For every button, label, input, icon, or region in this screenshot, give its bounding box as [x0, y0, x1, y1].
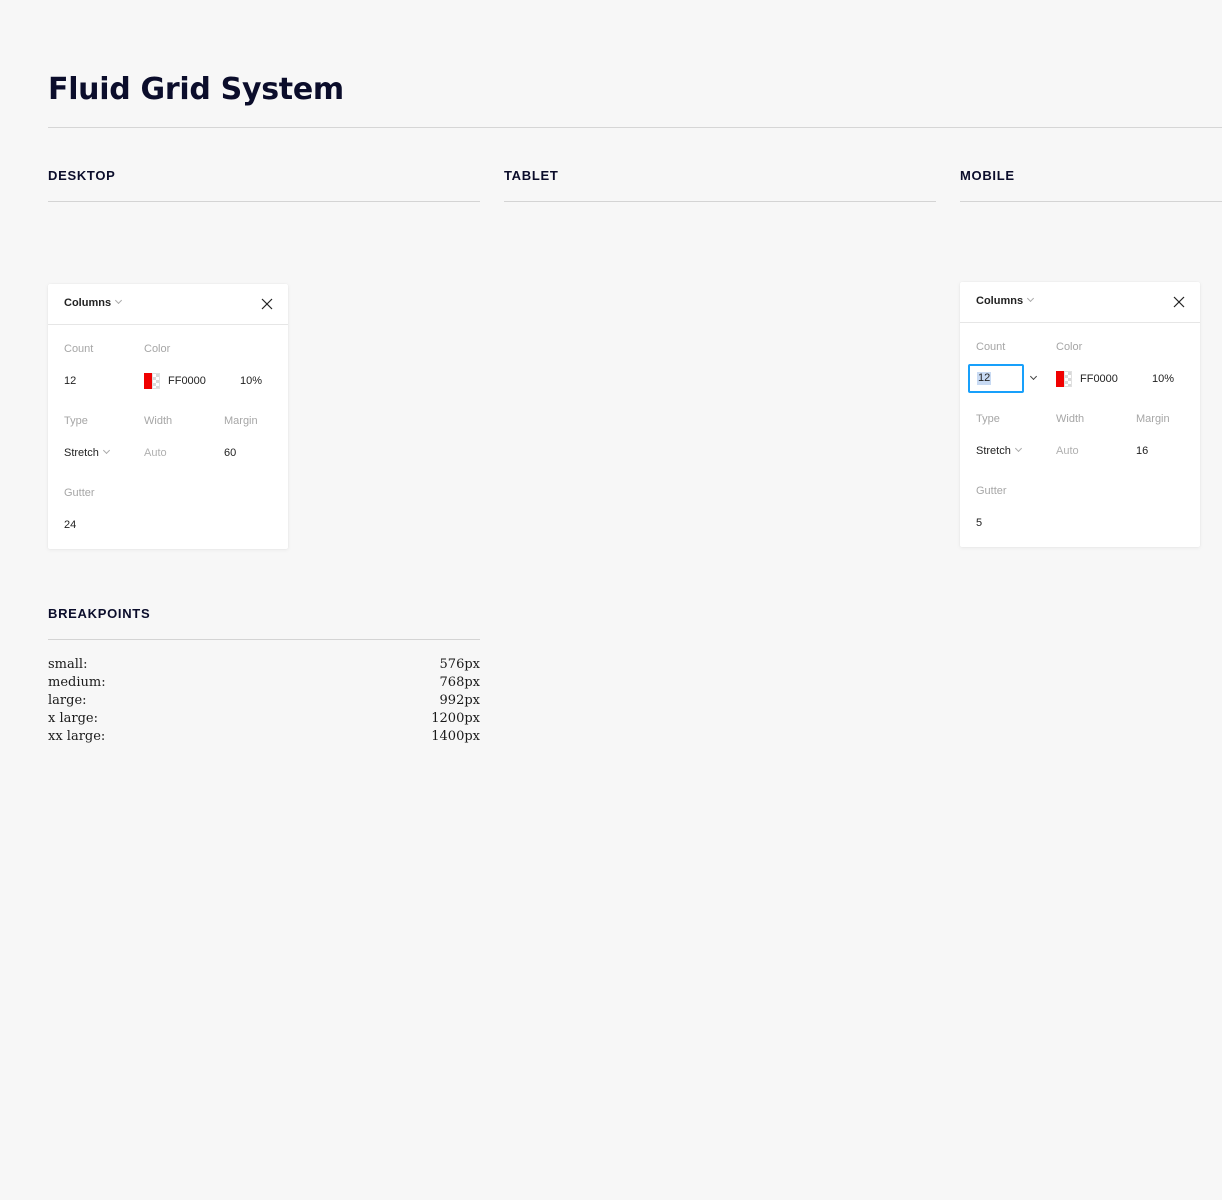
chevron-down-icon [1027, 294, 1035, 303]
count-field[interactable]: 12 [64, 375, 76, 387]
color-label: Color [144, 343, 171, 355]
breakpoint-name: large: [48, 693, 87, 708]
gutter-field[interactable]: 5 [976, 517, 982, 529]
breakpoint-row: medium: 768px [48, 674, 480, 692]
type-value: Stretch [976, 445, 1011, 457]
section-header-desktop: DESKTOP [48, 168, 480, 202]
width-field[interactable]: Auto [1056, 445, 1079, 457]
breakpoint-value: 768px [439, 675, 480, 690]
width-label: Width [1056, 413, 1085, 425]
layout-type-label: Columns [64, 297, 112, 309]
desktop-columns-panel: Columns Count Color 12 FF0000 10% Type W… [48, 284, 288, 549]
breakpoint-name: small: [48, 657, 88, 672]
breakpoint-value: 576px [439, 657, 480, 672]
page-title: Fluid Grid System [48, 72, 344, 107]
layout-type-label: Columns [976, 295, 1024, 307]
breakpoint-row: small: 576px [48, 656, 480, 674]
chevron-down-icon [1014, 444, 1022, 453]
breakpoint-value: 1200px [431, 711, 480, 726]
chevron-down-icon [115, 296, 123, 305]
swatch-transparency [152, 373, 160, 389]
color-label: Color [1056, 341, 1083, 353]
close-icon[interactable] [1172, 295, 1186, 309]
margin-field[interactable]: 60 [224, 447, 236, 459]
title-divider [48, 127, 1222, 128]
count-label: Count [976, 341, 1006, 353]
swatch-color [1056, 371, 1064, 387]
width-field[interactable]: Auto [144, 447, 167, 459]
section-header-breakpoints: BREAKPOINTS [48, 606, 480, 640]
color-swatch[interactable] [144, 373, 160, 389]
breakpoint-row: x large: 1200px [48, 710, 480, 728]
layout-type-dropdown[interactable]: Columns [64, 296, 123, 309]
swatch-color [144, 373, 152, 389]
panel-header: Columns [960, 282, 1200, 323]
breakpoint-name: medium: [48, 675, 106, 690]
chevron-down-icon[interactable] [1029, 372, 1038, 381]
breakpoint-name: x large: [48, 711, 98, 726]
color-hex-field[interactable]: FF0000 [168, 375, 206, 387]
type-dropdown[interactable]: Stretch [64, 446, 110, 459]
count-label: Count [64, 343, 94, 355]
gutter-field[interactable]: 24 [64, 519, 76, 531]
color-swatch[interactable] [1056, 371, 1072, 387]
width-label: Width [144, 415, 173, 427]
type-value: Stretch [64, 447, 99, 459]
mobile-columns-panel: Columns Count Color 12 FF0000 10% Type W… [960, 282, 1200, 547]
section-header-mobile: MOBILE [960, 168, 1222, 202]
margin-label: Margin [1136, 413, 1170, 425]
layout-type-dropdown[interactable]: Columns [976, 294, 1035, 307]
color-hex-field[interactable]: FF0000 [1080, 373, 1118, 385]
panel-header: Columns [48, 284, 288, 325]
breakpoint-value: 1400px [431, 729, 480, 744]
type-dropdown[interactable]: Stretch [976, 444, 1022, 457]
color-opacity-field[interactable]: 10% [240, 375, 262, 387]
type-label: Type [64, 415, 88, 427]
margin-field[interactable]: 16 [1136, 445, 1148, 457]
section-header-tablet: TABLET [504, 168, 936, 202]
gutter-label: Gutter [976, 485, 1007, 497]
chevron-down-icon [102, 446, 110, 455]
type-label: Type [976, 413, 1000, 425]
breakpoint-list: small: 576px medium: 768px large: 992px … [48, 656, 480, 746]
count-input[interactable]: 12 [968, 364, 1024, 393]
gutter-label: Gutter [64, 487, 95, 499]
color-opacity-field[interactable]: 10% [1152, 373, 1174, 385]
breakpoint-row: large: 992px [48, 692, 480, 710]
breakpoint-value: 992px [439, 693, 480, 708]
swatch-transparency [1064, 371, 1072, 387]
breakpoint-name: xx large: [48, 729, 106, 744]
breakpoint-row: xx large: 1400px [48, 728, 480, 746]
close-icon[interactable] [260, 297, 274, 311]
margin-label: Margin [224, 415, 258, 427]
count-selected-text: 12 [977, 372, 992, 385]
